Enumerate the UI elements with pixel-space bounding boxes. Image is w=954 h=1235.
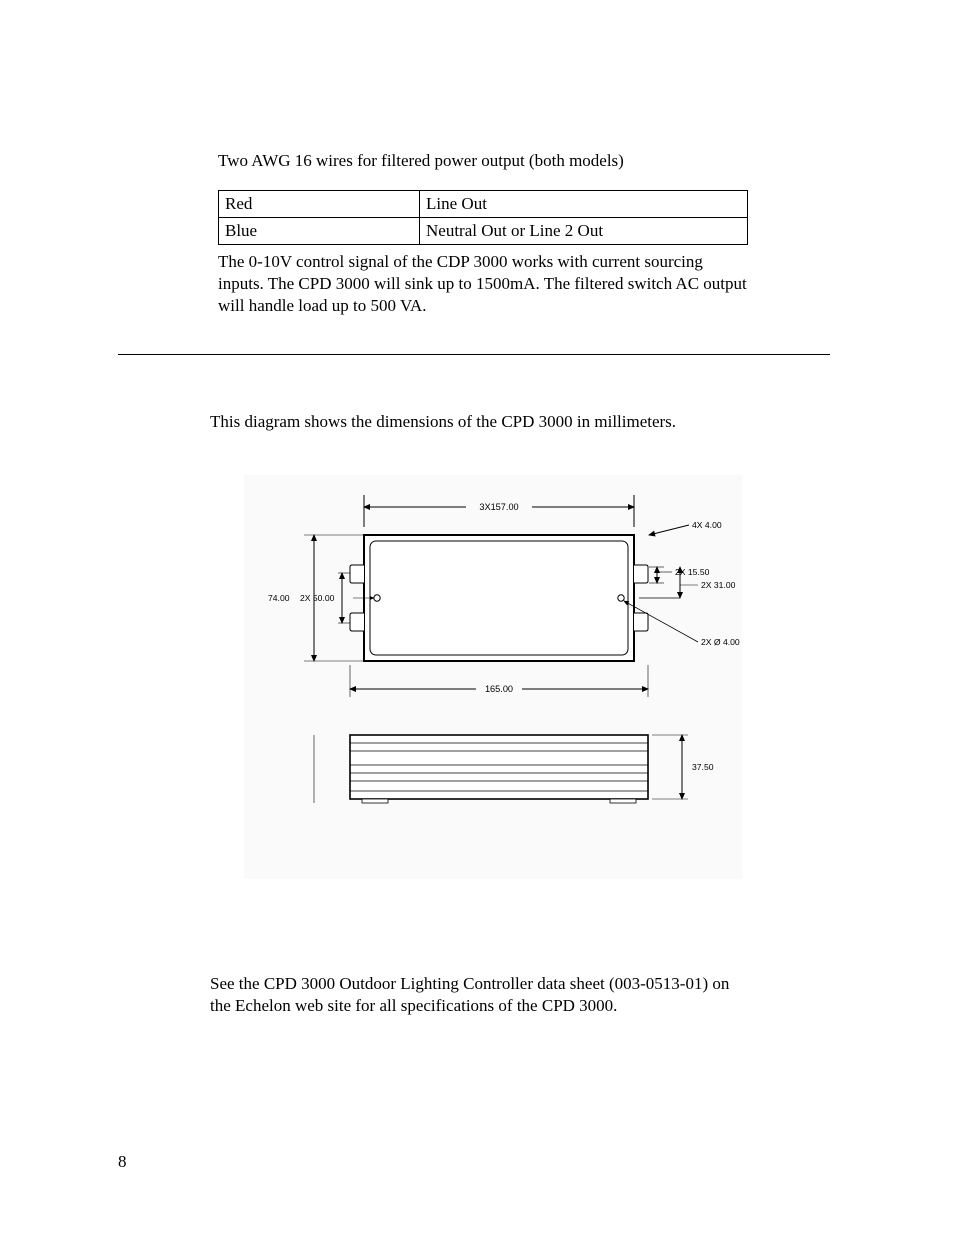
dim-label-165: 165.00 [485,684,513,694]
reference-text: See the CPD 3000 Outdoor Lighting Contro… [210,973,748,1017]
dim-label-2x50: 2X 50.00 [300,593,335,603]
dimensions-intro: This diagram shows the dimensions of the… [210,411,748,433]
wire-desc-cell: Neutral Out or Line 2 Out [420,218,748,245]
wire-desc-cell: Line Out [420,191,748,218]
dim-label-4x4: 4X 4.00 [692,520,722,530]
table-row: Red Line Out [219,191,748,218]
diagram-svg: 3X157.00 4X 4.00 2X 15.50 2X 31.00 [244,475,742,879]
dim-label-74: 74.00 [268,593,290,603]
dim-label-2x31: 2X 31.00 [701,580,736,590]
section-separator [118,354,830,355]
page-number: 8 [118,1151,127,1173]
intro-text: Two AWG 16 wires for filtered power outp… [218,150,748,172]
dim-label-37-5: 37.50 [692,762,714,772]
table-row: Blue Neutral Out or Line 2 Out [219,218,748,245]
document-page: Two AWG 16 wires for filtered power outp… [0,0,954,1235]
description-paragraph: The 0-10V control signal of the CDP 3000… [218,251,748,317]
wire-color-cell: Blue [219,218,420,245]
dim-label-3x157: 3X157.00 [479,502,518,512]
wire-table: Red Line Out Blue Neutral Out or Line 2 … [218,190,748,245]
dimensions-diagram: 3X157.00 4X 4.00 2X 15.50 2X 31.00 [244,475,742,879]
wire-color-cell: Red [219,191,420,218]
dim-label-2x-dia4: 2X Ø 4.00 [701,637,740,647]
content-area: Two AWG 16 wires for filtered power outp… [218,150,748,1017]
